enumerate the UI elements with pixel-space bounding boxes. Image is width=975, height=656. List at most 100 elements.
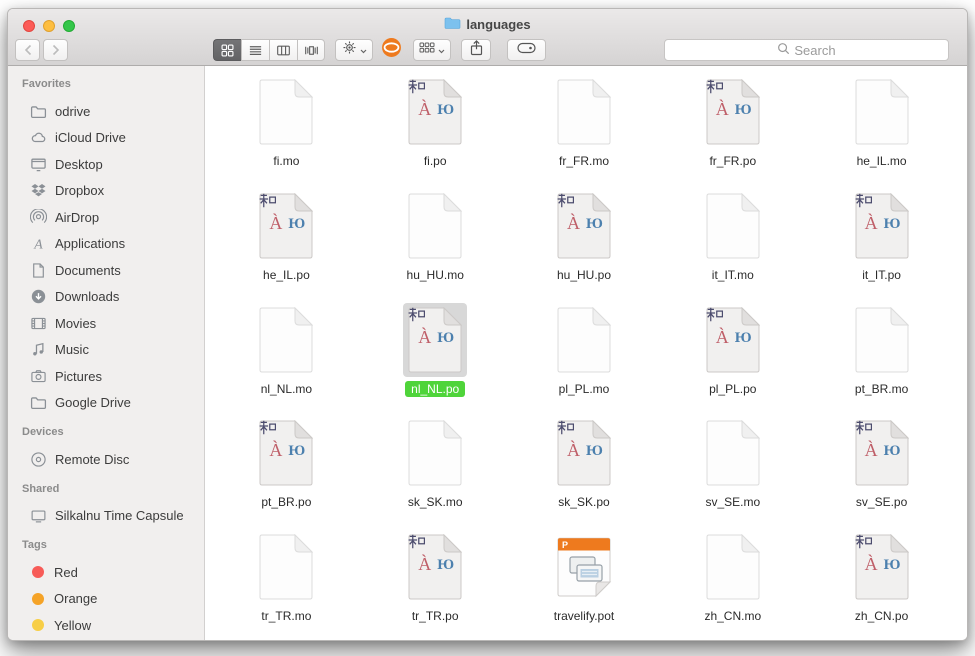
sidebar-item-orange[interactable]: Orange — [8, 586, 204, 613]
file-icon: ÀЮ — [850, 530, 914, 604]
sidebar-item-red[interactable]: Red — [8, 559, 204, 586]
sidebar-item-downloads[interactable]: Downloads — [8, 284, 204, 311]
tags-button[interactable] — [507, 39, 546, 61]
sidebar-item-google-drive[interactable]: Google Drive — [8, 390, 204, 417]
search-placeholder: Search — [794, 43, 835, 58]
finder-window: languages — [7, 8, 968, 641]
cjk-glyph-icon — [557, 420, 574, 435]
sidebar-item-remote-disc[interactable]: Remote Disc — [8, 446, 204, 473]
file-label: hu_HU.po — [557, 268, 611, 282]
mo-document-icon — [855, 307, 909, 373]
mo-document-icon — [706, 193, 760, 259]
file-label: tr_TR.mo — [261, 609, 311, 623]
file-pt-br-mo[interactable]: pt_BR.mo — [807, 303, 956, 417]
action-menu-button[interactable] — [335, 39, 373, 61]
sidebar-item-airdrop[interactable]: AirDrop — [8, 204, 204, 231]
file-zh-cn-mo[interactable]: zh_CN.mo — [658, 530, 807, 641]
file-travelify-pot[interactable]: Ptravelify.pot — [510, 530, 659, 641]
sidebar-item-label: Remote Disc — [55, 452, 129, 467]
file-tr-tr-po[interactable]: ÀЮtr_TR.po — [361, 530, 510, 641]
po-document-icon: ÀЮ — [259, 193, 313, 259]
column-view-button[interactable] — [269, 39, 297, 61]
file-he-il-mo[interactable]: he_IL.mo — [807, 75, 956, 189]
cjk-glyph-icon — [408, 79, 425, 94]
cjk-glyph-icon — [855, 420, 872, 435]
sidebar-item-dropbox[interactable]: Dropbox — [8, 178, 204, 205]
file-icon: ÀЮ — [403, 75, 467, 149]
tag-dot-icon — [32, 593, 44, 605]
sidebar-item-green[interactable]: Green — [8, 639, 204, 642]
titlebar[interactable]: languages — [8, 9, 967, 66]
file-icon — [701, 530, 765, 604]
file-tr-tr-mo[interactable]: tr_TR.mo — [212, 530, 361, 641]
sidebar-item-yellow[interactable]: Yellow — [8, 612, 204, 639]
file-he-il-po[interactable]: ÀЮhe_IL.po — [212, 189, 361, 303]
file-label: travelify.pot — [554, 609, 614, 623]
sidebar-item-label: Documents — [55, 263, 121, 278]
file-fr-fr-mo[interactable]: fr_FR.mo — [510, 75, 659, 189]
file-icon: ÀЮ — [403, 530, 467, 604]
po-document-icon: ÀЮ — [408, 534, 462, 600]
sidebar-item-applications[interactable]: AApplications — [8, 231, 204, 258]
sidebar-item-music[interactable]: Music — [8, 337, 204, 364]
file-nl-nl-po[interactable]: ÀЮnl_NL.po — [361, 303, 510, 417]
file-hu-hu-mo[interactable]: hu_HU.mo — [361, 189, 510, 303]
file-icon: ÀЮ — [701, 303, 765, 377]
file-sv-se-po[interactable]: ÀЮsv_SE.po — [807, 416, 956, 530]
sidebar-item-silkalnu-time-capsule[interactable]: Silkalnu Time Capsule — [8, 503, 204, 530]
accent-glyph: À — [716, 100, 729, 118]
po-document-icon: ÀЮ — [408, 307, 462, 373]
display-icon — [30, 507, 47, 524]
file-label: hu_HU.mo — [407, 268, 464, 282]
file-icon — [552, 303, 616, 377]
file-label: nl_NL.mo — [261, 382, 312, 396]
forward-button[interactable] — [43, 39, 68, 61]
file-pl-pl-po[interactable]: ÀЮpl_PL.po — [658, 303, 807, 417]
sidebar-item-desktop[interactable]: Desktop — [8, 151, 204, 178]
sidebar-section-favorites: FavoritesodriveiCloud DriveDesktopDropbo… — [8, 78, 204, 416]
sidebar-item-odrive[interactable]: odrive — [8, 98, 204, 125]
svg-text:A: A — [33, 237, 43, 252]
search-input[interactable]: Search — [664, 39, 949, 61]
downloads-icon — [30, 288, 47, 305]
cjk-glyph-icon — [259, 420, 276, 435]
file-pl-pl-mo[interactable]: pl_PL.mo — [510, 303, 659, 417]
desktop-background: languages — [0, 0, 975, 656]
file-sv-se-mo[interactable]: sv_SE.mo — [658, 416, 807, 530]
back-button[interactable] — [15, 39, 40, 61]
file-pt-br-po[interactable]: ÀЮpt_BR.po — [212, 416, 361, 530]
file-nl-nl-mo[interactable]: nl_NL.mo — [212, 303, 361, 417]
po-document-icon: ÀЮ — [855, 534, 909, 600]
sidebar-item-label: Orange — [54, 591, 97, 606]
file-icon — [254, 530, 318, 604]
file-sk-sk-po[interactable]: ÀЮsk_SK.po — [510, 416, 659, 530]
file-icon: ÀЮ — [701, 75, 765, 149]
icon-view-button[interactable] — [213, 39, 241, 61]
list-view-button[interactable] — [241, 39, 269, 61]
file-fr-fr-po[interactable]: ÀЮfr_FR.po — [658, 75, 807, 189]
file-label: sk_SK.mo — [408, 495, 463, 509]
coverflow-view-button[interactable] — [297, 39, 325, 61]
file-hu-hu-po[interactable]: ÀЮhu_HU.po — [510, 189, 659, 303]
file-fi-mo[interactable]: fi.mo — [212, 75, 361, 189]
file-icon — [850, 303, 914, 377]
sidebar-item-documents[interactable]: Documents — [8, 257, 204, 284]
file-zh-cn-po[interactable]: ÀЮzh_CN.po — [807, 530, 956, 641]
desktop-icon — [30, 156, 47, 173]
file-it-it-mo[interactable]: it_IT.mo — [658, 189, 807, 303]
mo-document-icon — [259, 79, 313, 145]
file-it-it-po[interactable]: ÀЮit_IT.po — [807, 189, 956, 303]
dropbox-icon — [30, 182, 47, 199]
sidebar-item-pictures[interactable]: Pictures — [8, 363, 204, 390]
file-fi-po[interactable]: ÀЮfi.po — [361, 75, 510, 189]
sidebar-item-icloud-drive[interactable]: iCloud Drive — [8, 125, 204, 152]
sidebar-item-movies[interactable]: Movies — [8, 310, 204, 337]
arrange-button[interactable] — [413, 39, 451, 61]
documents-icon — [30, 262, 47, 279]
odrive-toolbar-button[interactable] — [379, 38, 403, 62]
file-icon: ÀЮ — [254, 189, 318, 263]
po-document-icon: ÀЮ — [706, 307, 760, 373]
share-button[interactable] — [461, 39, 491, 61]
accent-glyph: À — [865, 555, 878, 573]
file-sk-sk-mo[interactable]: sk_SK.mo — [361, 416, 510, 530]
